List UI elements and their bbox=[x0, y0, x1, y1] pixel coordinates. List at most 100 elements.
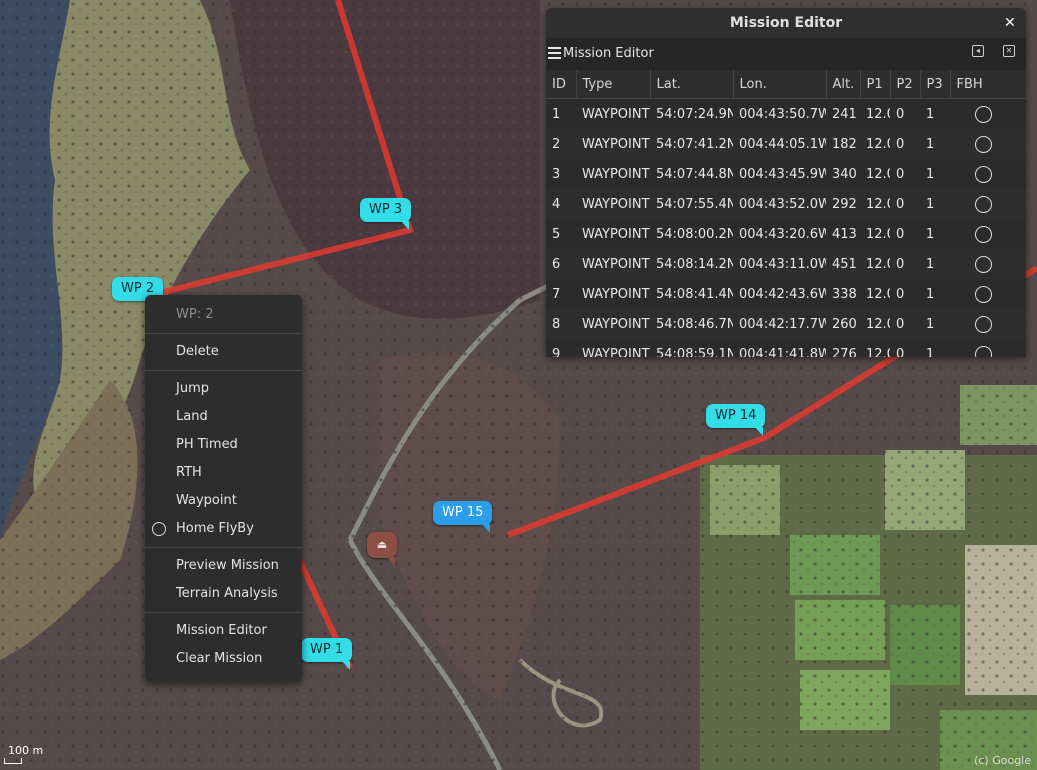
cell-lon[interactable]: 004:41:41.8W bbox=[733, 339, 826, 357]
home-flyby-radio-icon[interactable] bbox=[152, 522, 166, 536]
cell-p3[interactable]: 1 bbox=[920, 189, 950, 219]
fbh-radio-icon[interactable] bbox=[974, 195, 992, 213]
waypoint-marker-15[interactable]: WP 15 bbox=[433, 501, 493, 533]
cell-id[interactable]: 5 bbox=[546, 219, 576, 249]
menu-item-preview-mission[interactable]: Preview Mission bbox=[176, 558, 279, 573]
cell-id[interactable]: 2 bbox=[546, 129, 576, 159]
cell-fbh[interactable] bbox=[950, 98, 1026, 129]
column-header-p3[interactable]: P3 bbox=[920, 70, 951, 99]
cell-p1[interactable]: 12.0 bbox=[860, 129, 890, 159]
cell-p2[interactable]: 0 bbox=[890, 249, 920, 279]
fbh-radio-icon[interactable] bbox=[974, 165, 992, 183]
waypoint-marker-3[interactable]: WP 3 bbox=[360, 198, 412, 230]
cell-alt[interactable]: 338 bbox=[826, 279, 860, 309]
window-titlebar[interactable]: Mission Editor bbox=[546, 8, 1026, 38]
cell-lon[interactable]: 004:43:20.6W bbox=[733, 219, 826, 249]
fbh-radio-icon[interactable] bbox=[974, 135, 992, 153]
menu-item-mission-editor[interactable]: Mission Editor bbox=[176, 623, 267, 638]
cell-fbh[interactable] bbox=[950, 219, 1026, 249]
cell-type[interactable]: WAYPOINT bbox=[576, 129, 650, 159]
table-row[interactable]: 3WAYPOINT54:07:44.8N004:43:45.9W34012.00… bbox=[546, 159, 1026, 189]
fbh-radio-icon[interactable] bbox=[974, 225, 992, 243]
cell-type[interactable]: WAYPOINT bbox=[576, 339, 650, 357]
cell-alt[interactable]: 260 bbox=[826, 309, 860, 339]
table-row[interactable]: 7WAYPOINT54:08:41.4N004:42:43.6W33812.00… bbox=[546, 279, 1026, 309]
column-header-id[interactable]: ID bbox=[546, 70, 577, 99]
cell-lat[interactable]: 54:08:41.4N bbox=[650, 279, 733, 309]
fbh-radio-icon[interactable] bbox=[974, 345, 992, 357]
cell-lat[interactable]: 54:07:44.8N bbox=[650, 159, 733, 189]
menu-item-rth[interactable]: RTH bbox=[176, 465, 202, 480]
cell-fbh[interactable] bbox=[950, 129, 1026, 159]
waypoint-marker-1[interactable]: WP 1 bbox=[301, 638, 353, 670]
fbh-radio-icon[interactable] bbox=[974, 255, 992, 273]
cell-lat[interactable]: 54:08:59.1N bbox=[650, 339, 733, 357]
menu-item-waypoint[interactable]: Waypoint bbox=[176, 493, 237, 508]
cell-p2[interactable]: 0 bbox=[890, 279, 920, 309]
cell-alt[interactable]: 241 bbox=[826, 98, 860, 129]
cell-p2[interactable]: 0 bbox=[890, 189, 920, 219]
cell-id[interactable]: 3 bbox=[546, 159, 576, 189]
cell-p3[interactable]: 1 bbox=[920, 219, 950, 249]
detach-close-icon[interactable]: ✕ bbox=[1003, 45, 1015, 57]
cell-p2[interactable]: 0 bbox=[890, 98, 920, 129]
cell-lat[interactable]: 54:07:55.4N bbox=[650, 189, 733, 219]
column-header-lat[interactable]: Lat. bbox=[650, 70, 734, 99]
cell-p3[interactable]: 1 bbox=[920, 159, 950, 189]
cell-lon[interactable]: 004:42:17.7W bbox=[733, 309, 826, 339]
fbh-radio-icon[interactable] bbox=[974, 285, 992, 303]
cell-alt[interactable]: 451 bbox=[826, 249, 860, 279]
menu-item-terrain-analysis[interactable]: Terrain Analysis bbox=[176, 586, 278, 601]
cell-lon[interactable]: 004:43:45.9W bbox=[733, 159, 826, 189]
cell-p1[interactable]: 12.0 bbox=[860, 98, 890, 129]
cell-lon[interactable]: 004:42:43.6W bbox=[733, 279, 826, 309]
cell-type[interactable]: WAYPOINT bbox=[576, 98, 650, 129]
menu-item-home-flyby[interactable]: Home FlyBy bbox=[176, 521, 254, 536]
cell-fbh[interactable] bbox=[950, 279, 1026, 309]
cell-p2[interactable]: 0 bbox=[890, 129, 920, 159]
column-header-type[interactable]: Type bbox=[576, 70, 651, 99]
cell-lat[interactable]: 54:07:41.2N bbox=[650, 129, 733, 159]
cell-p3[interactable]: 1 bbox=[920, 339, 950, 357]
restore-icon[interactable]: ◂ bbox=[972, 45, 984, 57]
cell-p3[interactable]: 1 bbox=[920, 129, 950, 159]
menu-item-delete[interactable]: Delete bbox=[176, 344, 219, 359]
cell-lon[interactable]: 004:43:11.0W bbox=[733, 249, 826, 279]
column-header-fbh[interactable]: FBH bbox=[950, 70, 1026, 99]
cell-type[interactable]: WAYPOINT bbox=[576, 279, 650, 309]
column-header-p2[interactable]: P2 bbox=[890, 70, 921, 99]
cell-p1[interactable]: 12.0 bbox=[860, 249, 890, 279]
menu-item-land[interactable]: Land bbox=[176, 409, 208, 424]
cell-fbh[interactable] bbox=[950, 159, 1026, 189]
table-row[interactable]: 6WAYPOINT54:08:14.2N004:43:11.0W45112.00… bbox=[546, 249, 1026, 279]
cell-lon[interactable]: 004:43:50.7W bbox=[733, 98, 826, 129]
table-row[interactable]: 2WAYPOINT54:07:41.2N004:44:05.1W18212.00… bbox=[546, 129, 1026, 159]
cell-fbh[interactable] bbox=[950, 309, 1026, 339]
column-header-p1[interactable]: P1 bbox=[860, 70, 891, 99]
cell-id[interactable]: 1 bbox=[546, 98, 576, 129]
table-row[interactable]: 4WAYPOINT54:07:55.4N004:43:52.0W29212.00… bbox=[546, 189, 1026, 219]
cell-id[interactable]: 4 bbox=[546, 189, 576, 219]
cell-p3[interactable]: 1 bbox=[920, 98, 950, 129]
cell-p3[interactable]: 1 bbox=[920, 309, 950, 339]
menu-item-ph-timed[interactable]: PH Timed bbox=[176, 437, 238, 452]
cell-p1[interactable]: 12.0 bbox=[860, 189, 890, 219]
cell-p1[interactable]: 12.0 bbox=[860, 159, 890, 189]
cell-lat[interactable]: 54:08:46.7N bbox=[650, 309, 733, 339]
cell-p2[interactable]: 0 bbox=[890, 339, 920, 357]
cell-alt[interactable]: 292 bbox=[826, 189, 860, 219]
cell-fbh[interactable] bbox=[950, 339, 1026, 357]
close-icon[interactable]: ✕ bbox=[1004, 8, 1018, 38]
cell-type[interactable]: WAYPOINT bbox=[576, 309, 650, 339]
cell-p2[interactable]: 0 bbox=[890, 309, 920, 339]
cell-id[interactable]: 7 bbox=[546, 279, 576, 309]
column-header-lon[interactable]: Lon. bbox=[733, 70, 827, 99]
menu-item-jump[interactable]: Jump bbox=[176, 381, 209, 396]
cell-lat[interactable]: 54:08:00.2N bbox=[650, 219, 733, 249]
cell-lat[interactable]: 54:08:14.2N bbox=[650, 249, 733, 279]
cell-id[interactable]: 9 bbox=[546, 339, 576, 357]
table-row[interactable]: 8WAYPOINT54:08:46.7N004:42:17.7W26012.00… bbox=[546, 309, 1026, 339]
table-row[interactable]: 5WAYPOINT54:08:00.2N004:43:20.6W41312.00… bbox=[546, 219, 1026, 249]
cell-alt[interactable]: 276 bbox=[826, 339, 860, 357]
cell-type[interactable]: WAYPOINT bbox=[576, 249, 650, 279]
